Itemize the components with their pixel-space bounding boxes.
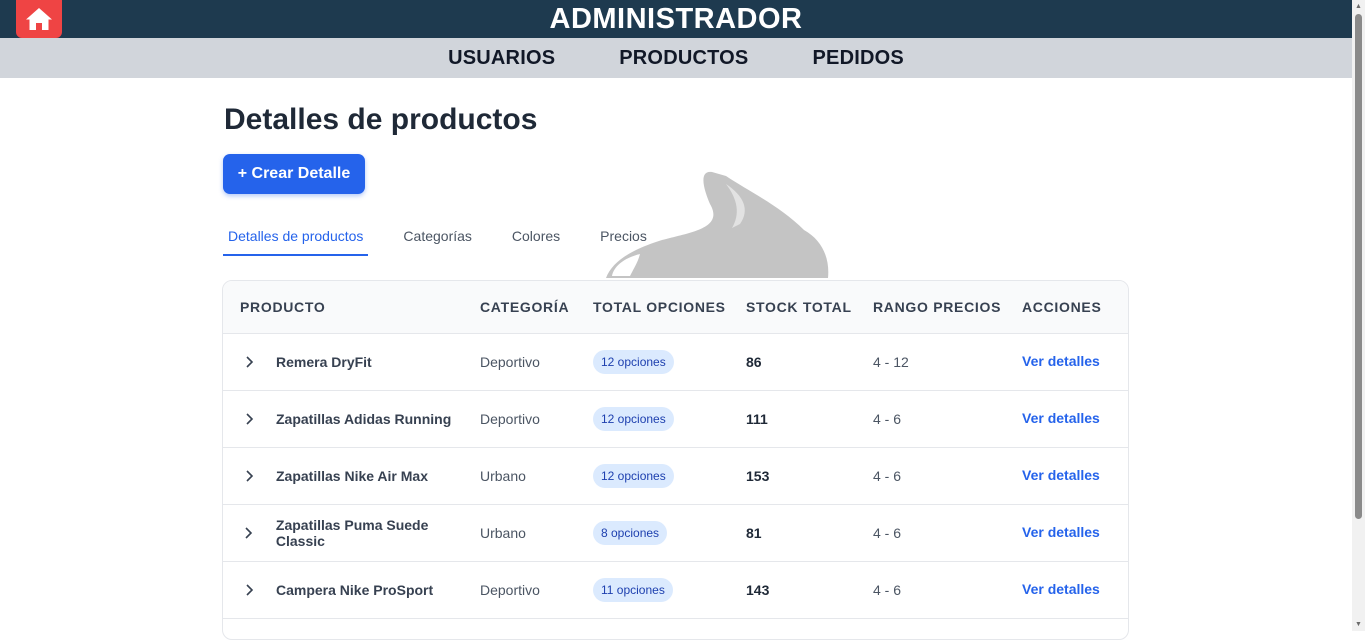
nav-item-usuarios[interactable]: USUARIOS <box>448 47 555 70</box>
stock-total: 111 <box>746 411 768 427</box>
options-badge: 12 opciones <box>593 350 674 374</box>
stock-total: 81 <box>746 525 762 541</box>
stock-total: 153 <box>746 468 770 484</box>
table-row: Zapatillas Nike Air Max Urbano 12 opcion… <box>223 448 1128 505</box>
product-name: Zapatillas Nike Air Max <box>276 468 428 484</box>
page-title: Detalles de productos <box>224 103 538 136</box>
table-header: PRODUCTO CATEGORÍA TOTAL OPCIONES STOCK … <box>223 281 1128 334</box>
product-category: Deportivo <box>480 354 540 370</box>
product-category: Urbano <box>480 468 526 484</box>
scroll-down-arrow-icon[interactable]: ▼ <box>1354 620 1363 629</box>
tab-bar: Detalles de productos Categorías Colores… <box>223 219 682 256</box>
chevron-right-icon[interactable] <box>240 354 257 371</box>
price-range: 4 - 6 <box>873 411 902 427</box>
main-nav: USUARIOS PRODUCTOS PEDIDOS <box>0 38 1352 78</box>
tab-categorias[interactable]: Categorías <box>398 219 476 256</box>
chevron-right-icon[interactable] <box>240 411 257 428</box>
price-range: 4 - 6 <box>873 525 902 541</box>
table-row: Zapatillas Puma Suede Classic Urbano 8 o… <box>223 505 1128 562</box>
app-title: ADMINISTRADOR <box>549 3 803 35</box>
table-row: Remera DryFit Deportivo 12 opciones 86 4… <box>223 334 1128 391</box>
options-badge: 12 opciones <box>593 407 674 431</box>
product-category: Deportivo <box>480 582 540 598</box>
tab-precios[interactable]: Precios <box>595 219 652 256</box>
product-name: Remera DryFit <box>276 354 372 370</box>
page-scrollbar[interactable]: ▲ ▼ <box>1352 0 1365 631</box>
product-name: Campera Nike ProSport <box>276 582 434 598</box>
header-acciones: ACCIONES <box>1022 299 1102 315</box>
scroll-up-arrow-icon[interactable]: ▲ <box>1354 2 1363 11</box>
price-range: 4 - 6 <box>873 582 902 598</box>
stock-total: 143 <box>746 582 770 598</box>
nav-item-pedidos[interactable]: PEDIDOS <box>812 47 903 70</box>
product-category: Deportivo <box>480 411 540 427</box>
header-stock-total: STOCK TOTAL <box>746 299 852 315</box>
view-details-link[interactable]: Ver detalles <box>1022 353 1100 369</box>
tab-colores[interactable]: Colores <box>507 219 565 256</box>
view-details-link[interactable]: Ver detalles <box>1022 524 1100 540</box>
price-range: 4 - 6 <box>873 468 902 484</box>
table-row: Zapatillas Adidas Running Deportivo 12 o… <box>223 391 1128 448</box>
product-name: Zapatillas Puma Suede Classic <box>275 517 429 549</box>
product-category: Urbano <box>480 525 526 541</box>
top-bar: ADMINISTRADOR <box>0 0 1352 38</box>
chevron-right-icon[interactable] <box>240 582 257 599</box>
header-producto: PRODUCTO <box>240 299 326 315</box>
stock-total: 86 <box>746 354 762 370</box>
chevron-right-icon[interactable] <box>240 468 257 485</box>
table-row: Campera Nike ProSport Deportivo 11 opcio… <box>223 562 1128 619</box>
tab-detalles[interactable]: Detalles de productos <box>223 219 369 256</box>
view-details-link[interactable]: Ver detalles <box>1022 410 1100 426</box>
options-badge: 8 opciones <box>593 521 668 545</box>
scrollbar-thumb[interactable] <box>1355 14 1362 519</box>
header-rango-precios: RANGO PRECIOS <box>873 299 1002 315</box>
header-categoria: CATEGORÍA <box>480 299 570 315</box>
view-details-link[interactable]: Ver detalles <box>1022 581 1100 597</box>
products-table: PRODUCTO CATEGORÍA TOTAL OPCIONES STOCK … <box>222 280 1129 640</box>
create-detail-button[interactable]: + Crear Detalle <box>223 154 365 194</box>
options-badge: 12 opciones <box>593 464 674 488</box>
header-total-opciones: TOTAL OPCIONES <box>593 299 726 315</box>
price-range: 4 - 12 <box>873 354 909 370</box>
view-details-link[interactable]: Ver detalles <box>1022 467 1100 483</box>
chevron-right-icon[interactable] <box>240 525 257 542</box>
nav-item-productos[interactable]: PRODUCTOS <box>619 47 748 70</box>
options-badge: 11 opciones <box>593 578 673 602</box>
product-name: Zapatillas Adidas Running <box>276 411 452 427</box>
